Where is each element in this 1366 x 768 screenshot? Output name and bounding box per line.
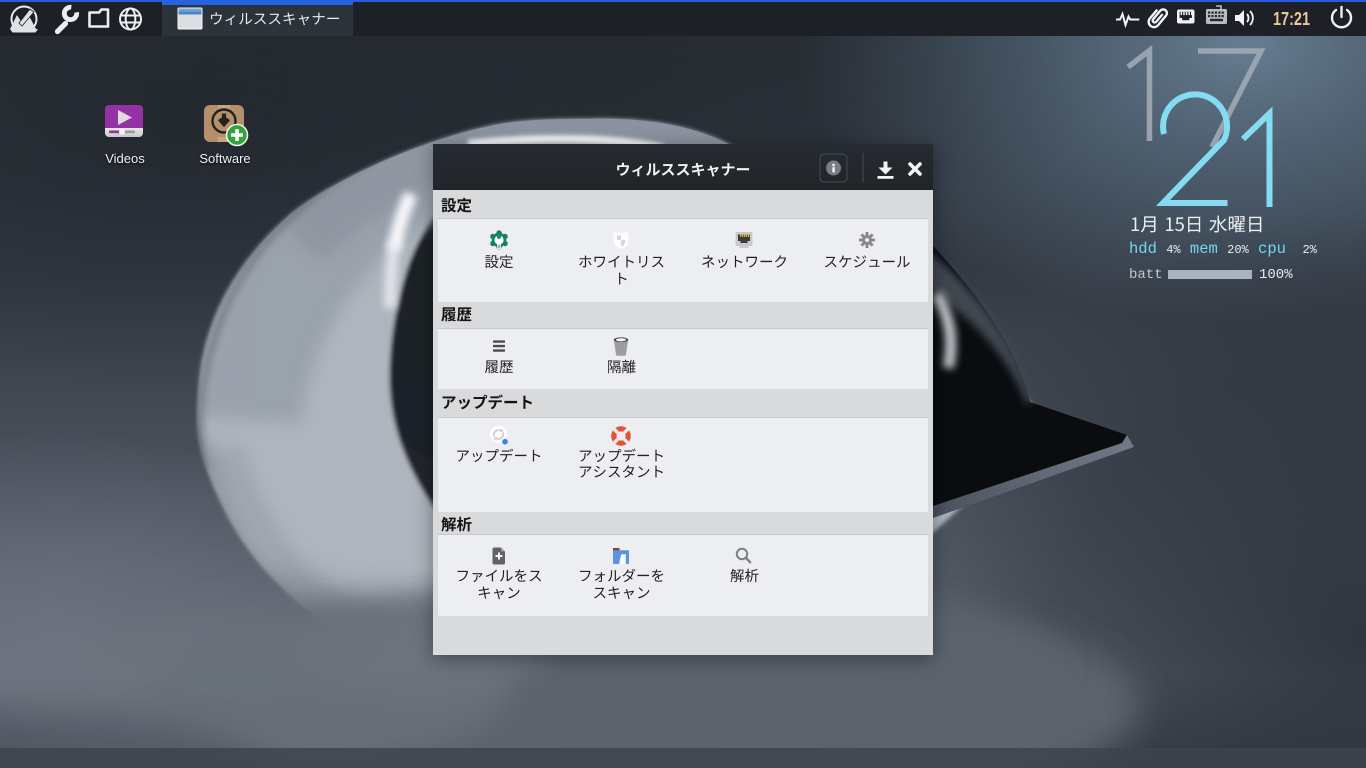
svg-text:17:21: 17:21 [1273, 8, 1310, 29]
